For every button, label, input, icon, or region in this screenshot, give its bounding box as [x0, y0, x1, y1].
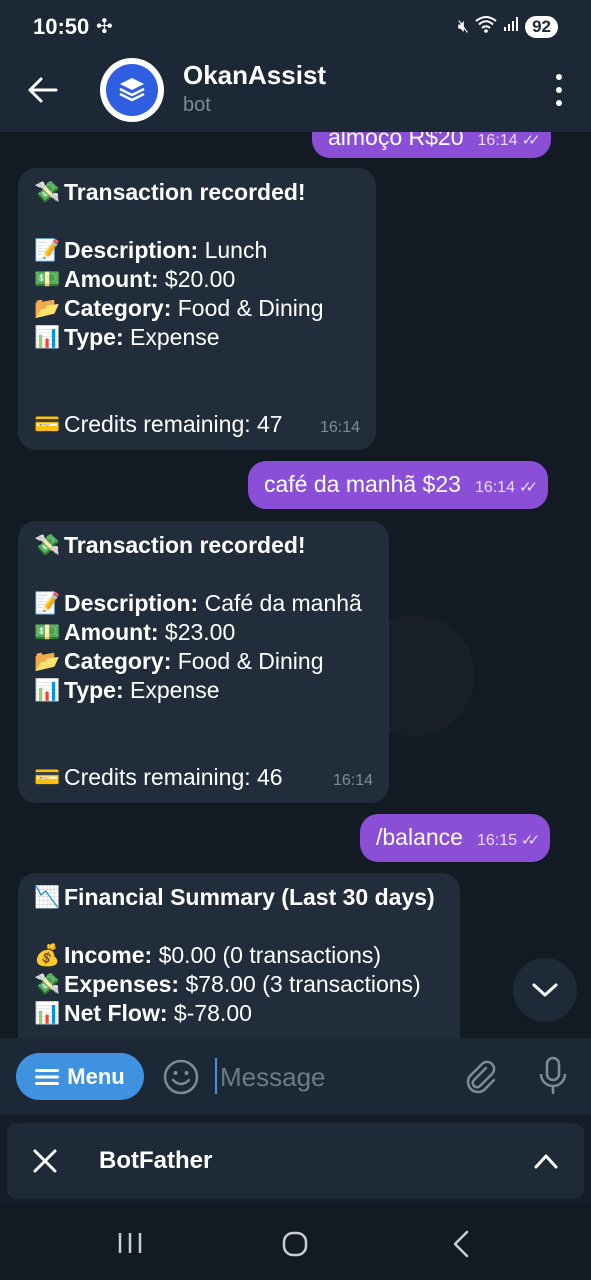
read-ticks-icon: ✓✓	[518, 479, 538, 496]
description-value: Lunch	[204, 237, 268, 263]
bar-chart-icon: 📊	[34, 1002, 61, 1025]
dollar-banknote-icon: 💵	[34, 621, 61, 644]
read-ticks-icon: ✓✓	[521, 832, 540, 849]
hamburger-icon	[35, 1068, 60, 1085]
message-text: café da manhã $23	[264, 471, 461, 497]
type-value: Expense	[130, 677, 220, 703]
chevron-down-icon	[532, 983, 558, 997]
bot-avatar[interactable]	[100, 58, 164, 122]
fan-icon: ✣	[96, 16, 113, 38]
wifi-icon	[475, 15, 497, 38]
status-time: 10:50	[33, 14, 90, 39]
message-outgoing[interactable]: /balance 16:15 ✓✓	[360, 814, 551, 862]
category-value: Food & Dining	[177, 295, 324, 321]
composer-bar: Menu Message	[0, 1038, 591, 1114]
message-text: /balance	[376, 824, 463, 850]
credits-remaining: Credits remaining: 47	[64, 411, 283, 437]
bot-menu-button[interactable]: Menu	[16, 1053, 144, 1100]
income-value: $0.00 (0 transactions)	[158, 942, 382, 968]
type-value: Expense	[130, 324, 220, 350]
expenses-label: Expenses:	[64, 971, 180, 997]
dollar-banknote-icon: 💵	[34, 268, 61, 291]
amount-value: $20.00	[164, 266, 236, 292]
amount-label: Amount:	[64, 619, 159, 645]
system-nav-bar	[0, 1205, 591, 1280]
netflow-value: $-78.00	[173, 1000, 252, 1026]
message-time: 16:14	[332, 772, 373, 789]
chevron-up-icon[interactable]	[532, 1149, 560, 1173]
message-heading: Transaction recorded!	[64, 532, 306, 558]
folder-icon: 📂	[34, 297, 61, 320]
description-label: Description:	[64, 590, 199, 616]
folder-icon: 📂	[34, 650, 61, 673]
credits-remaining: Credits remaining: 46	[64, 764, 283, 790]
bar-chart-icon: 📊	[34, 326, 61, 349]
mute-icon: 🔇︎	[457, 16, 470, 36]
memo-icon: 📝	[34, 239, 61, 262]
category-value: Food & Dining	[177, 648, 324, 674]
message-time: 16:14	[319, 419, 360, 436]
credit-card-icon: 💳	[34, 413, 61, 436]
description-value: Café da manhã	[204, 590, 362, 616]
back-arrow-icon[interactable]	[26, 70, 60, 110]
signal-icon	[503, 16, 519, 37]
category-label: Category:	[64, 295, 172, 321]
nav-back-icon[interactable]	[451, 1229, 471, 1259]
message-incoming[interactable]: 💸 Transaction recorded! 📝 Description: Lun…	[18, 168, 376, 450]
message-text: almoço R$20	[328, 132, 464, 150]
recent-apps-icon[interactable]	[117, 1231, 143, 1255]
money-wings-icon: 💸	[34, 973, 61, 996]
message-time: 16:14	[477, 132, 518, 149]
expenses-value: $78.00 (3 transactions)	[185, 971, 421, 997]
category-label: Category:	[64, 648, 172, 674]
more-options-icon[interactable]	[553, 74, 565, 106]
credit-card-icon: 💳	[34, 766, 61, 789]
money-bag-icon: 💰	[34, 944, 61, 967]
chart-decreasing-icon: 📉	[34, 886, 61, 909]
bot-panel-label[interactable]: BotFather	[99, 1147, 212, 1175]
message-outgoing[interactable]: almoço R$20 16:14 ✓✓	[312, 132, 551, 158]
text-cursor	[215, 1058, 217, 1094]
money-wings-icon: 💸	[34, 534, 61, 557]
message-outgoing[interactable]: café da manhã $23 16:14 ✓✓	[248, 461, 549, 509]
memo-icon: 📝	[34, 592, 61, 615]
netflow-label: Net Flow:	[64, 1000, 168, 1026]
close-icon[interactable]	[31, 1147, 59, 1175]
message-time: 16:15	[476, 832, 518, 849]
type-label: Type:	[64, 677, 124, 703]
message-heading: Transaction recorded!	[64, 179, 306, 205]
read-ticks-icon: ✓✓	[521, 132, 541, 149]
emoji-icon[interactable]	[163, 1059, 199, 1095]
description-label: Description:	[64, 237, 199, 263]
chat-area[interactable]: almoço R$20 16:14 ✓✓ 💸 Transaction recorded…	[0, 132, 591, 1038]
layers-logo-icon	[106, 64, 158, 116]
status-icons: 🔇︎ 92	[458, 15, 558, 38]
amount-label: Amount:	[64, 266, 159, 292]
chat-title[interactable]: OkanAssist	[183, 60, 326, 91]
scroll-to-bottom-button[interactable]	[513, 958, 577, 1022]
microphone-icon[interactable]	[537, 1056, 569, 1096]
message-heading: Financial Summary (Last 30 days)	[64, 884, 435, 910]
income-label: Income:	[64, 942, 153, 968]
home-icon[interactable]	[282, 1231, 308, 1257]
message-incoming[interactable]: 💸 Transaction recorded! 📝 Description: Caf…	[18, 521, 389, 803]
type-label: Type:	[64, 324, 124, 350]
battery-indicator: 92	[525, 15, 558, 38]
message-time: 16:14	[474, 479, 515, 496]
money-wings-icon: 💸	[34, 181, 61, 204]
chat-subtitle: bot	[183, 94, 211, 116]
message-input[interactable]: Message	[220, 1062, 326, 1093]
status-bar: 10:50 ✣ 🔇︎ 92	[0, 0, 591, 52]
paperclip-icon[interactable]	[462, 1058, 498, 1094]
bot-panel[interactable]: BotFather	[7, 1123, 584, 1199]
message-incoming[interactable]: 📉 Financial Summary (Last 30 days) 💰 Incom…	[18, 873, 460, 1038]
bar-chart-icon: 📊	[34, 679, 61, 702]
amount-value: $23.00	[164, 619, 236, 645]
chat-header: OkanAssist bot	[0, 52, 591, 132]
menu-label: Menu	[67, 1063, 125, 1089]
